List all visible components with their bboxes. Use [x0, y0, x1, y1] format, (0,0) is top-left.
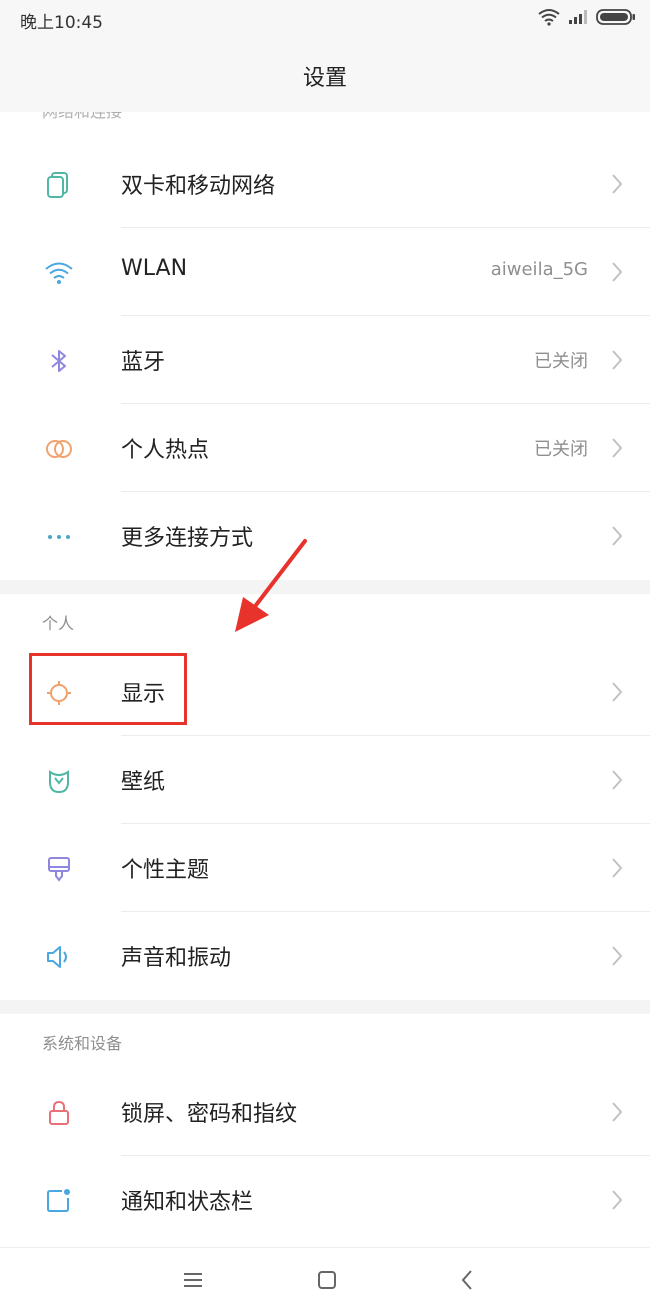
row-notifications[interactable]: 通知和状态栏	[0, 1156, 650, 1244]
more-dots-icon	[48, 535, 70, 539]
row-themes[interactable]: 个性主题	[0, 824, 650, 912]
wallpaper-icon	[49, 770, 69, 794]
status-icons	[538, 8, 636, 26]
settings-list[interactable]: 网络和连接 双卡和移动网络 WLAN aiweila_5G 蓝牙 已关闭	[0, 112, 650, 1247]
menu-icon[interactable]	[179, 1266, 207, 1294]
back-icon[interactable]	[454, 1266, 482, 1294]
status-time: 晚上10:45	[20, 13, 103, 33]
chevron-right-icon	[612, 946, 623, 966]
chevron-right-icon	[612, 770, 623, 790]
row-lockscreen[interactable]: 锁屏、密码和指纹	[0, 1068, 650, 1156]
section-header-network: 网络和连接	[0, 112, 650, 122]
chevron-right-icon	[612, 262, 623, 282]
row-value: aiweila_5G	[490, 259, 588, 280]
row-wlan[interactable]: WLAN aiweila_5G	[0, 228, 650, 316]
row-label: 个人热点	[121, 438, 210, 463]
row-sound[interactable]: 声音和振动	[0, 912, 650, 1000]
chevron-right-icon	[612, 1102, 623, 1122]
section-header-system: 系统和设备	[42, 1034, 123, 1053]
section-gap	[0, 580, 650, 594]
speaker-icon	[47, 946, 67, 968]
row-dual-sim[interactable]: 双卡和移动网络	[0, 140, 650, 228]
lock-icon	[49, 1100, 69, 1125]
chevron-right-icon	[612, 1190, 623, 1210]
chevron-right-icon	[612, 350, 623, 370]
navigation-bar	[0, 1247, 650, 1309]
chevron-right-icon	[612, 438, 623, 458]
chevron-right-icon	[612, 682, 623, 702]
row-more-connections[interactable]: 更多连接方式	[0, 492, 650, 580]
row-label: 通知和状态栏	[121, 1190, 254, 1215]
row-value: 已关闭	[534, 439, 588, 460]
chevron-right-icon	[612, 526, 623, 546]
highlight-box	[29, 653, 187, 725]
row-label: 锁屏、密码和指纹	[121, 1102, 298, 1127]
section-gap	[0, 1000, 650, 1014]
row-wallpaper[interactable]: 壁纸	[0, 736, 650, 824]
home-icon[interactable]	[313, 1266, 341, 1294]
row-hotspot[interactable]: 个人热点 已关闭	[0, 404, 650, 492]
page-title: 设置	[302, 66, 347, 91]
row-label: WLAN	[121, 256, 188, 281]
bluetooth-icon	[51, 350, 66, 372]
row-label: 双卡和移动网络	[121, 174, 276, 199]
row-bluetooth[interactable]: 蓝牙 已关闭	[0, 316, 650, 404]
chevron-right-icon	[612, 858, 623, 878]
chevron-right-icon	[612, 174, 623, 194]
sim-cards-icon	[47, 172, 68, 198]
row-label: 壁纸	[121, 770, 166, 795]
theme-brush-icon	[48, 857, 70, 882]
notification-icon	[47, 1189, 70, 1212]
row-label: 个性主题	[121, 858, 210, 883]
row-value: 已关闭	[534, 351, 588, 372]
title-bar: 设置	[0, 40, 650, 112]
signal-icon	[569, 10, 587, 24]
battery-icon	[596, 9, 635, 25]
row-label: 声音和振动	[121, 946, 232, 971]
wifi-icon	[45, 262, 73, 284]
hotspot-icon	[46, 440, 72, 458]
red-arrow-annotation	[235, 539, 307, 632]
section-header-personal: 个人	[42, 614, 75, 633]
wifi-icon	[538, 9, 560, 26]
status-bar: 晚上10:45	[0, 0, 650, 40]
row-label: 蓝牙	[121, 350, 166, 375]
